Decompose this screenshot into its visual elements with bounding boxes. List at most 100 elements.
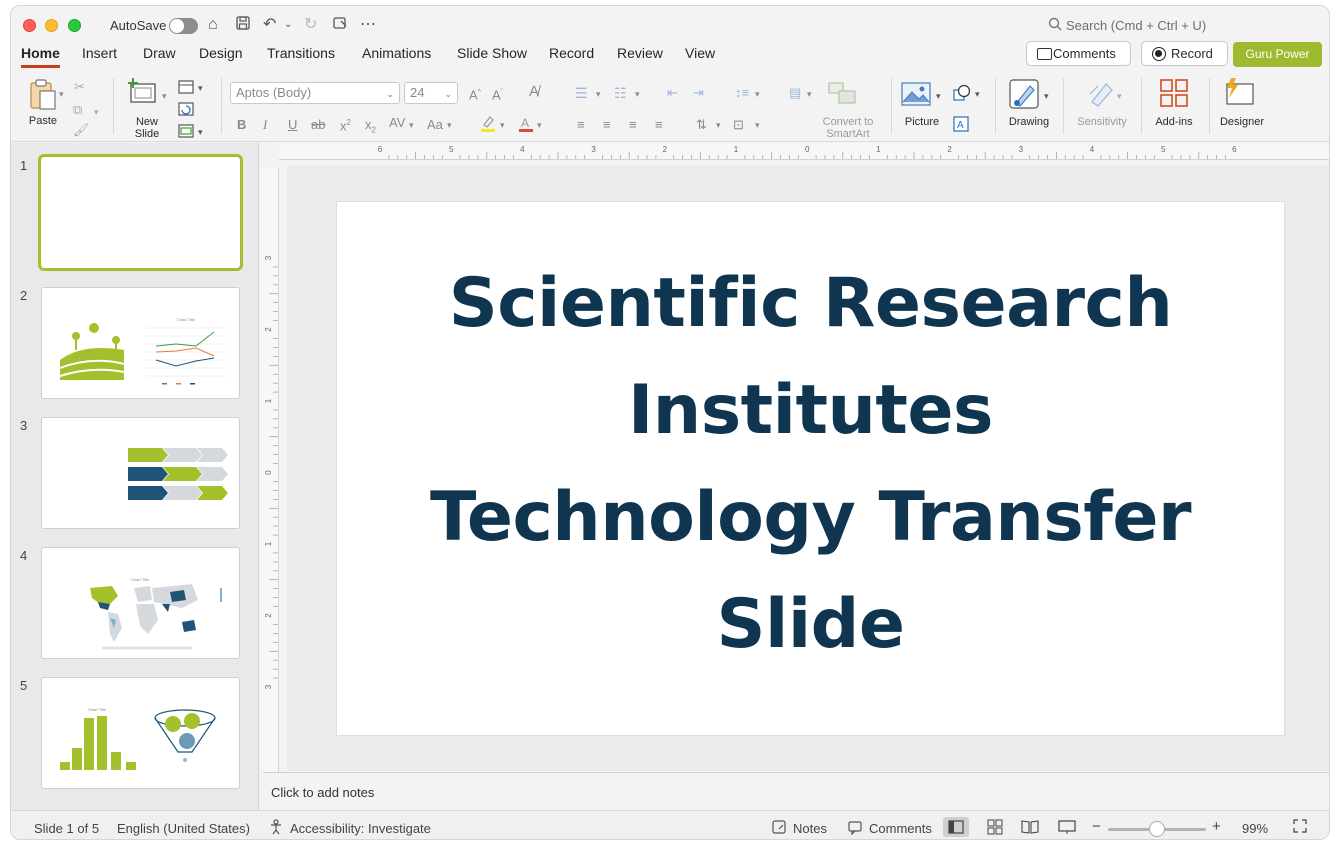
reset-icon[interactable]: [178, 102, 194, 119]
subscript-icon[interactable]: x2: [365, 117, 376, 139]
comments-button[interactable]: Comments: [1026, 41, 1131, 66]
character-spacing-icon[interactable]: AV: [389, 115, 405, 131]
line-spacing-chevron-icon[interactable]: ▾: [755, 86, 760, 102]
tab-record[interactable]: Record: [549, 44, 594, 62]
new-slide-chevron-icon[interactable]: ▾: [162, 88, 167, 104]
tab-slide-show[interactable]: Slide Show: [457, 44, 527, 62]
notes-icon[interactable]: [771, 819, 787, 838]
columns-chevron-icon[interactable]: ▾: [807, 86, 812, 102]
text-box-icon[interactable]: A: [953, 116, 969, 135]
home-icon[interactable]: ⌂: [208, 15, 218, 35]
slide-sorter-button[interactable]: [982, 817, 1008, 837]
increase-indent-icon[interactable]: ⇥: [693, 85, 704, 101]
picture-chevron-icon[interactable]: ▾: [936, 88, 941, 104]
tab-draw[interactable]: Draw: [143, 44, 176, 62]
font-color-chevron-icon[interactable]: ▾: [537, 117, 542, 133]
record-button[interactable]: Record: [1141, 41, 1228, 66]
copy-options-chevron-icon[interactable]: ▾: [94, 104, 99, 120]
slide-thumbnail-1[interactable]: [38, 154, 243, 271]
autosave-toggle[interactable]: [169, 18, 198, 34]
slide-thumbnail-3[interactable]: [41, 417, 240, 529]
drawing-icon[interactable]: [1008, 78, 1042, 113]
change-case-icon[interactable]: Aa: [427, 117, 443, 133]
accessibility-status[interactable]: Accessibility: Investigate: [290, 821, 431, 836]
bullets-chevron-icon[interactable]: ▾: [596, 86, 601, 102]
text-direction-chevron-icon[interactable]: ▾: [716, 117, 721, 133]
decrease-indent-icon[interactable]: ⇤: [667, 85, 678, 101]
sensitivity-icon[interactable]: [1086, 78, 1116, 111]
language-indicator[interactable]: English (United States): [117, 821, 250, 836]
tab-review[interactable]: Review: [617, 44, 663, 62]
undo-icon[interactable]: ↶: [263, 15, 276, 35]
slide-title[interactable]: Scientific Research Institutes Technolog…: [377, 250, 1244, 678]
align-left-icon[interactable]: ≡: [577, 117, 585, 133]
slide-thumbnail-5[interactable]: Chart Title: [41, 677, 240, 789]
redo-icon[interactable]: ↻: [304, 15, 317, 35]
shapes-icon[interactable]: [953, 84, 971, 105]
bold-icon[interactable]: B: [237, 117, 246, 133]
reading-view-button[interactable]: [1017, 817, 1043, 837]
accessibility-icon[interactable]: [269, 819, 283, 838]
tab-animations[interactable]: Animations: [362, 44, 431, 62]
comments-icon[interactable]: [847, 819, 863, 838]
comments-toggle[interactable]: Comments: [869, 821, 932, 836]
minimize-window-button[interactable]: [45, 19, 58, 32]
slide-show-button[interactable]: [1054, 817, 1080, 837]
columns-icon[interactable]: ▤: [789, 85, 801, 101]
font-size-select[interactable]: 24 ⌄: [404, 82, 458, 104]
tab-design[interactable]: Design: [199, 44, 243, 62]
tab-transitions[interactable]: Transitions: [267, 44, 335, 62]
copy-icon[interactable]: ⧉: [73, 102, 82, 118]
tab-home[interactable]: Home: [21, 44, 60, 68]
notes-pane[interactable]: Click to add notes: [263, 772, 1329, 810]
sensitivity-chevron-icon[interactable]: ▾: [1117, 88, 1122, 104]
undo-dropdown-chevron-icon[interactable]: ⌄: [284, 15, 292, 35]
justify-icon[interactable]: ≡: [655, 117, 663, 133]
zoom-out-icon[interactable]: −: [1092, 818, 1101, 835]
change-case-chevron-icon[interactable]: ▾: [447, 117, 452, 133]
numbering-chevron-icon[interactable]: ▾: [635, 86, 640, 102]
more-options-icon[interactable]: ⋯: [360, 15, 376, 35]
cut-icon[interactable]: ✂: [74, 79, 85, 95]
superscript-icon[interactable]: x2: [340, 115, 351, 134]
paste-options-chevron-icon[interactable]: ▾: [59, 86, 64, 102]
normal-view-button[interactable]: [943, 817, 969, 837]
tab-insert[interactable]: Insert: [82, 44, 117, 62]
paste-icon[interactable]: [27, 78, 61, 115]
align-text-icon[interactable]: ⊡: [733, 117, 744, 133]
notes-toggle[interactable]: Notes: [793, 821, 827, 836]
zoom-level[interactable]: 99%: [1242, 821, 1268, 836]
decrease-font-size-icon[interactable]: Aˇ: [492, 85, 503, 103]
shapes-chevron-icon[interactable]: ▾: [975, 86, 980, 102]
underline-icon[interactable]: U: [288, 117, 297, 133]
slide-thumbnail-2[interactable]: Chart Title: [41, 287, 240, 399]
numbering-icon[interactable]: ☷: [614, 85, 627, 101]
drawing-chevron-icon[interactable]: ▾: [1044, 88, 1049, 104]
section-chevron-icon[interactable]: ▾: [198, 124, 203, 140]
customize-icon[interactable]: [332, 15, 348, 37]
italic-icon[interactable]: I: [263, 117, 267, 133]
strikethrough-icon[interactable]: ab: [311, 117, 325, 133]
font-name-select[interactable]: Aptos (Body) ⌄: [230, 82, 400, 104]
bullets-icon[interactable]: ☰: [575, 85, 588, 101]
character-spacing-chevron-icon[interactable]: ▾: [409, 117, 414, 133]
align-center-icon[interactable]: ≡: [603, 117, 611, 133]
new-slide-icon[interactable]: [127, 78, 159, 109]
addins-icon[interactable]: [1159, 78, 1189, 111]
current-slide[interactable]: Scientific Research Institutes Technolog…: [337, 202, 1284, 735]
align-text-chevron-icon[interactable]: ▾: [755, 117, 760, 133]
guru-power-button[interactable]: Guru Power: [1233, 42, 1322, 67]
highlight-chevron-icon[interactable]: ▾: [500, 117, 505, 133]
fit-to-window-icon[interactable]: [1292, 818, 1308, 837]
picture-icon[interactable]: [901, 82, 931, 109]
increase-font-size-icon[interactable]: A^: [469, 85, 481, 103]
layout-icon[interactable]: [178, 80, 194, 97]
maximize-window-button[interactable]: [68, 19, 81, 32]
format-painter-icon[interactable]: 🖌: [73, 122, 90, 138]
layout-chevron-icon[interactable]: ▾: [198, 80, 203, 96]
clear-formatting-icon[interactable]: A̸: [529, 84, 539, 100]
slide-thumbnail-4[interactable]: Chart Title: [41, 547, 240, 659]
zoom-in-icon[interactable]: +: [1212, 818, 1221, 835]
zoom-slider-handle[interactable]: [1149, 821, 1165, 837]
save-icon[interactable]: [235, 15, 251, 37]
